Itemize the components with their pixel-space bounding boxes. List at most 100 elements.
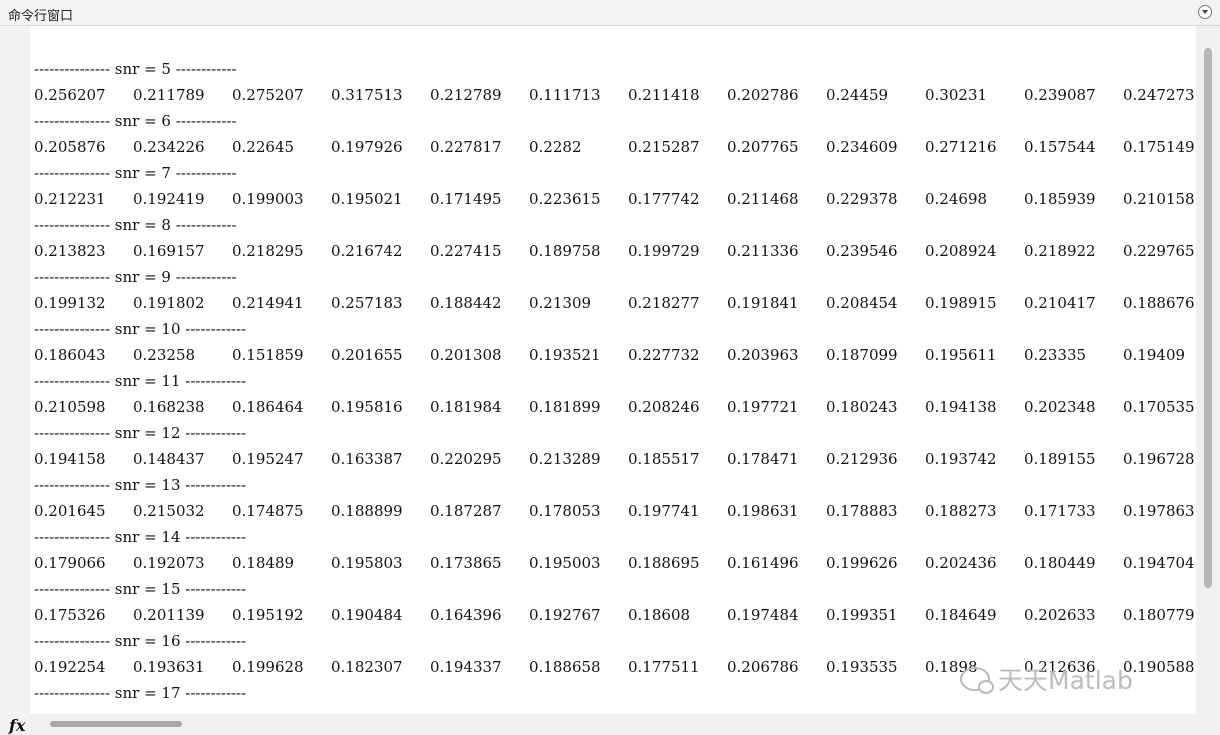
value-cell: 0.190484: [331, 606, 403, 624]
value-cell: 0.168238: [133, 398, 205, 416]
value-cell: 0.180779: [1123, 606, 1195, 624]
value-cell: 0.208924: [925, 242, 997, 260]
value-cell: 0.178471: [727, 450, 799, 468]
value-cell: 0.188442: [430, 294, 502, 312]
value-cell: 0.175149: [1123, 138, 1195, 156]
value-cell: 0.191802: [133, 294, 205, 312]
horizontal-scrollbar[interactable]: [30, 714, 1196, 730]
value-cell: 0.22645: [232, 138, 295, 156]
value-cell: 0.201645: [34, 502, 106, 520]
value-cell: 0.199351: [826, 606, 898, 624]
value-cell: 0.202786: [727, 86, 799, 104]
value-cell: 0.170535: [1123, 398, 1195, 416]
snr-header: --------------- snr = 12 ------------: [34, 424, 247, 442]
value-cell: 0.214941: [232, 294, 304, 312]
value-cell: 0.239546: [826, 242, 898, 260]
value-row: 0.213823 0.169157 0.218295 0.216742 0.227415…: [34, 242, 1196, 262]
value-cell: 0.18489: [232, 554, 295, 572]
value-row: 0.210598 0.168238 0.186464 0.195816 0.181984…: [34, 398, 1196, 418]
value-cell: 0.194138: [925, 398, 997, 416]
value-cell: 0.195611: [925, 346, 997, 364]
snr-header: --------------- snr = 16 ------------: [34, 632, 247, 650]
value-cell: 0.199628: [232, 658, 304, 676]
value-cell: 0.191841: [727, 294, 799, 312]
value-cell: 0.211336: [727, 242, 799, 260]
vertical-scrollbar[interactable]: [1196, 26, 1220, 714]
value-cell: 0.227415: [430, 242, 502, 260]
value-cell: 0.257183: [331, 294, 403, 312]
value-cell: 0.212936: [826, 450, 898, 468]
fx-icon[interactable]: fx: [9, 716, 25, 735]
value-cell: 0.23258: [133, 346, 196, 364]
horizontal-scroll-thumb[interactable]: [50, 721, 182, 727]
snr-header: --------------- snr = 13 ------------: [34, 476, 247, 494]
value-cell: 0.218295: [232, 242, 304, 260]
value-cell: 0.207765: [727, 138, 799, 156]
value-cell: 0.216742: [331, 242, 403, 260]
snr-header: --------------- snr = 14 ------------: [34, 528, 247, 546]
value-cell: 0.247273: [1123, 86, 1195, 104]
value-cell: 0.169157: [133, 242, 205, 260]
value-cell: 0.215287: [628, 138, 700, 156]
snr-header: --------------- snr = 11 ------------: [34, 372, 247, 390]
value-cell: 0.195003: [529, 554, 601, 572]
value-cell: 0.199132: [34, 294, 106, 312]
command-output[interactable]: --------------- snr = 5 ------------ 0.25…: [30, 26, 1196, 714]
value-cell: 0.148437: [133, 450, 205, 468]
value-cell: 0.215032: [133, 502, 205, 520]
value-cell: 0.180449: [1024, 554, 1096, 572]
value-cell: 0.208454: [826, 294, 898, 312]
value-cell: 0.212231: [34, 190, 106, 208]
value-cell: 0.177742: [628, 190, 700, 208]
value-cell: 0.193742: [925, 450, 997, 468]
value-cell: 0.197926: [331, 138, 403, 156]
value-cell: 0.195247: [232, 450, 304, 468]
value-cell: 0.188676: [1123, 294, 1195, 312]
value-cell: 0.208246: [628, 398, 700, 416]
snr-header: --------------- snr = 5 ------------: [34, 60, 237, 78]
value-cell: 0.198915: [925, 294, 997, 312]
value-cell: 0.175326: [34, 606, 106, 624]
value-cell: 0.187099: [826, 346, 898, 364]
value-cell: 0.189155: [1024, 450, 1096, 468]
value-cell: 0.197721: [727, 398, 799, 416]
chevron-down-icon[interactable]: [1198, 5, 1212, 19]
value-row: 0.186043 0.23258 0.151859 0.201655 0.201308 0…: [34, 346, 1196, 366]
value-cell: 0.317513: [331, 86, 403, 104]
snr-header: --------------- snr = 9 ------------: [34, 268, 237, 286]
value-cell: 0.2282: [529, 138, 582, 156]
value-cell: 0.186464: [232, 398, 304, 416]
value-cell: 0.193535: [826, 658, 898, 676]
value-cell: 0.21309: [529, 294, 592, 312]
value-cell: 0.194158: [34, 450, 106, 468]
value-cell: 0.195816: [331, 398, 403, 416]
value-row: 0.175326 0.201139 0.195192 0.190484 0.164396…: [34, 606, 1196, 626]
value-cell: 0.210598: [34, 398, 106, 416]
value-cell: 0.180243: [826, 398, 898, 416]
window-title: 命令行窗口: [8, 9, 74, 24]
value-cell: 0.197741: [628, 502, 700, 520]
value-cell: 0.205876: [34, 138, 106, 156]
value-cell: 0.111713: [529, 86, 601, 104]
value-cell: 0.185939: [1024, 190, 1096, 208]
value-cell: 0.210158: [1123, 190, 1195, 208]
value-cell: 0.181984: [430, 398, 502, 416]
value-cell: 0.199729: [628, 242, 700, 260]
value-cell: 0.229378: [826, 190, 898, 208]
snr-header: --------------- snr = 17 ------------: [34, 684, 247, 702]
snr-header: --------------- snr = 8 ------------: [34, 216, 237, 234]
value-cell: 0.199003: [232, 190, 304, 208]
value-cell: 0.23335: [1024, 346, 1087, 364]
value-row: 0.179066 0.192073 0.18489 0.195803 0.173865 0…: [34, 554, 1196, 574]
value-cell: 0.161496: [727, 554, 799, 572]
value-cell: 0.19409: [1123, 346, 1186, 364]
vertical-scroll-thumb[interactable]: [1204, 48, 1212, 588]
value-cell: 0.178883: [826, 502, 898, 520]
command-window-titlebar: 命令行窗口: [0, 0, 1220, 26]
value-row: 0.256207 0.211789 0.275207 0.317513 0.212789…: [34, 86, 1196, 106]
value-cell: 0.275207: [232, 86, 304, 104]
value-cell: 0.189758: [529, 242, 601, 260]
value-cell: 0.213823: [34, 242, 106, 260]
value-row: 0.212231 0.192419 0.199003 0.195021 0.171495…: [34, 190, 1196, 210]
value-cell: 0.163387: [331, 450, 403, 468]
